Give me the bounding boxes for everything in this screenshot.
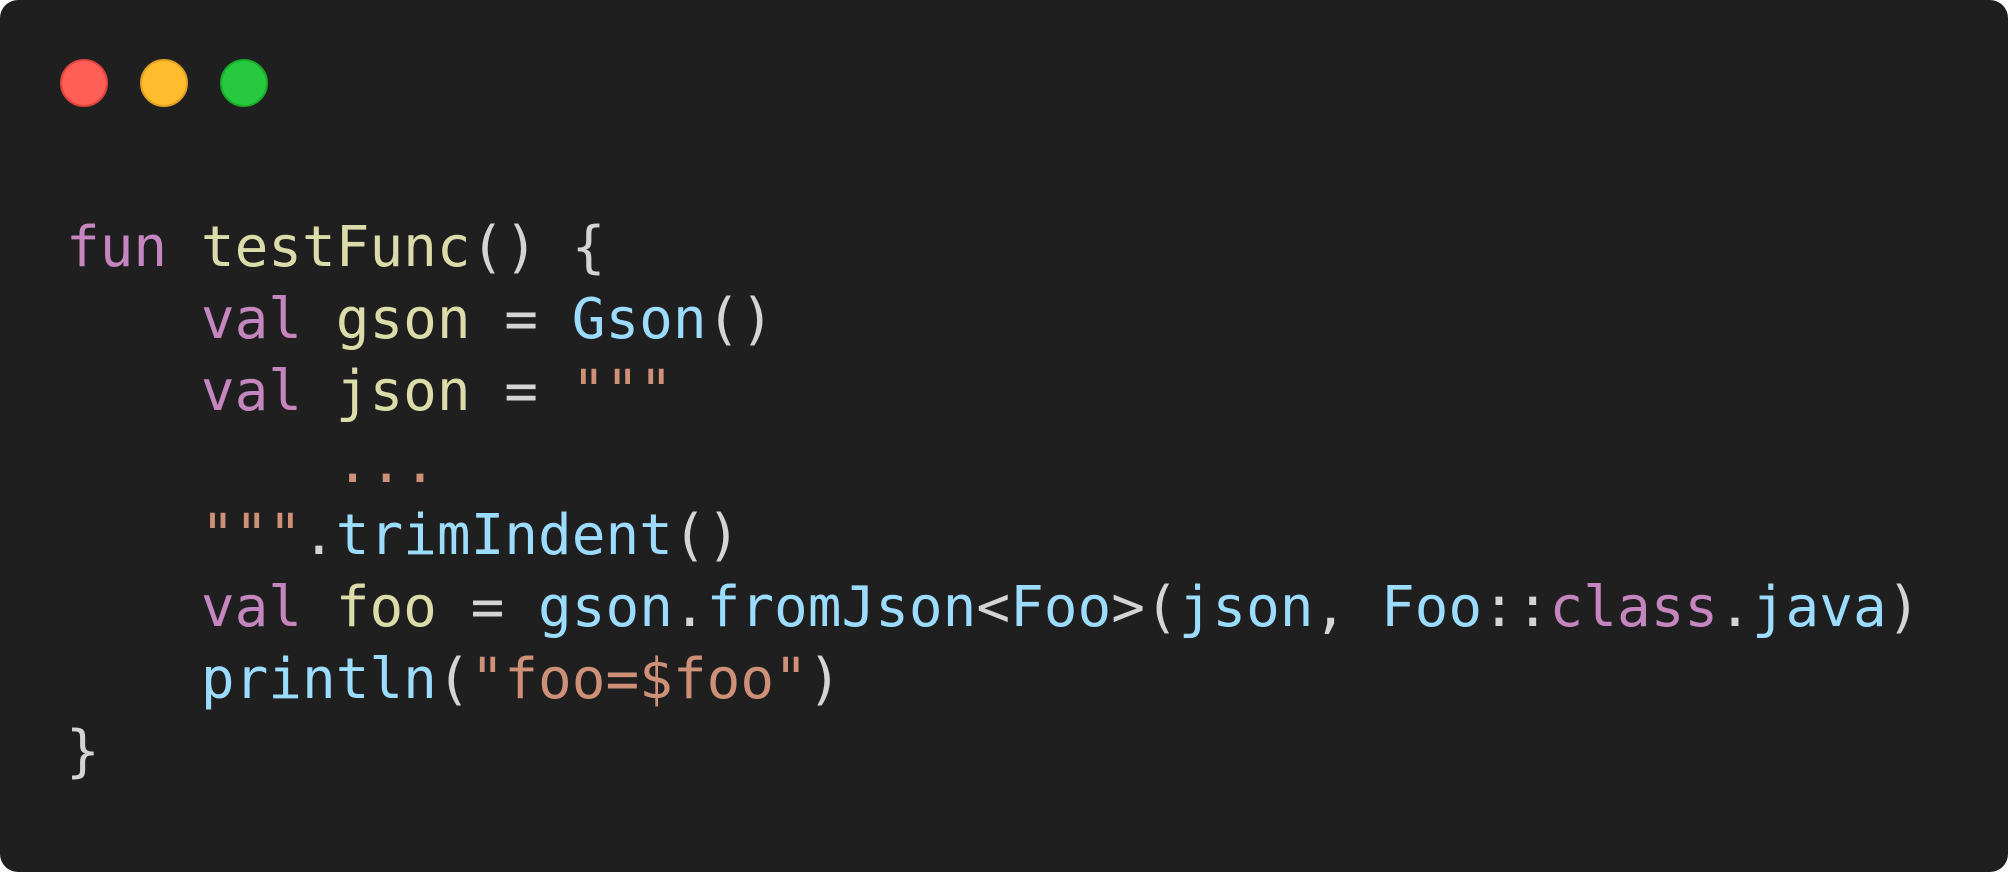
code-token-punctuation [66, 431, 336, 496]
code-line: } [66, 716, 1920, 788]
code-token-string: ... [335, 431, 437, 496]
code-token-call: json [1178, 575, 1314, 640]
code-token-keyword: fun [66, 215, 168, 280]
code-token-string: "foo=$foo" [470, 647, 808, 712]
code-line: val gson = Gson() [66, 284, 1920, 356]
close-button[interactable] [60, 59, 108, 107]
code-token-punctuation [302, 287, 336, 352]
code-line: ... [66, 428, 1920, 500]
code-token-punctuation [302, 359, 336, 424]
code-token-punctuation: . [672, 575, 707, 640]
code-token-punctuation [66, 647, 201, 712]
code-token-punctuation: < [976, 575, 1011, 640]
code-token-punctuation: , [1313, 575, 1381, 640]
code-token-variable: foo [335, 575, 437, 640]
code-token-call: println [200, 647, 437, 712]
code-token-punctuation: = [470, 287, 572, 352]
code-token-punctuation: . [302, 503, 336, 568]
code-token-variable: gson [335, 287, 471, 352]
code-token-keyword: val [200, 287, 303, 352]
code-token-punctuation: () [706, 287, 775, 352]
code-block: fun testFunc() { val gson = Gson() val j… [66, 212, 1920, 788]
code-token-punctuation: . [1718, 575, 1752, 640]
code-token-punctuation: ( [436, 647, 471, 712]
code-token-variable: testFunc [200, 215, 471, 280]
code-line: val foo = gson.fromJson<Foo>(json, Foo::… [66, 572, 1921, 644]
code-token-keyword: val [200, 575, 303, 640]
code-token-punctuation: >( [1111, 575, 1179, 640]
code-token-call: Foo [1010, 575, 1112, 640]
code-token-punctuation: } [66, 719, 100, 784]
code-token-call: gson [538, 575, 673, 640]
code-token-call: trimIndent [335, 503, 673, 568]
code-token-punctuation [66, 359, 201, 424]
code-token-punctuation [167, 215, 201, 280]
code-token-punctuation: = [436, 575, 539, 640]
code-token-punctuation: = [470, 359, 572, 424]
code-token-punctuation: () { [470, 215, 606, 280]
code-token-punctuation [66, 575, 201, 640]
code-line: """.trimIndent() [66, 500, 1920, 572]
code-token-call: Gson [571, 287, 707, 352]
code-token-variable: json [335, 359, 471, 424]
code-token-call: fromJson [706, 575, 977, 640]
zoom-button[interactable] [220, 59, 268, 107]
code-token-string: """ [571, 359, 673, 424]
code-token-punctuation: :: [1482, 575, 1550, 640]
code-line: println("foo=$foo") [66, 644, 1920, 716]
code-token-call: Foo [1380, 575, 1483, 640]
minimize-button[interactable] [140, 59, 188, 107]
code-window: fun testFunc() { val gson = Gson() val j… [0, 0, 2008, 872]
code-token-punctuation: ) [807, 647, 842, 712]
code-token-punctuation: ) [1886, 575, 1921, 640]
code-token-string: """ [200, 503, 303, 568]
code-token-keyword: class [1549, 575, 1719, 640]
code-token-punctuation [66, 503, 201, 568]
code-token-keyword: val [200, 359, 303, 424]
code-token-punctuation [66, 287, 201, 352]
code-token-punctuation [302, 575, 336, 640]
code-line: val json = """ [66, 356, 1920, 428]
code-line: fun testFunc() { [66, 212, 1920, 284]
code-token-punctuation: () [672, 503, 741, 568]
code-token-call: java [1751, 575, 1887, 640]
